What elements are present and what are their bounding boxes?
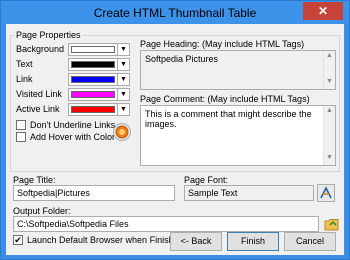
launch-browser-checkbox[interactable]: ✔ <box>13 235 23 245</box>
launch-browser-label: Launch Default Browser when Finished <box>27 235 184 245</box>
active-link-color-picker[interactable]: ▼ <box>68 103 130 116</box>
dont-underline-checkbox[interactable] <box>16 120 26 130</box>
visited-link-color-picker[interactable]: ▼ <box>68 88 130 101</box>
link-label: Link <box>16 74 33 84</box>
cancel-button[interactable]: Cancel <box>284 232 336 251</box>
page-heading-value: Softpedia Pictures <box>145 54 219 64</box>
scroll-down-icon[interactable]: ▼ <box>324 78 335 88</box>
page-heading-label: Page Heading: (May include HTML Tags) <box>140 39 305 49</box>
heading-scrollbar[interactable]: ▲ ▼ <box>323 51 335 89</box>
output-folder-input[interactable]: C:\Softpedia\Softpedia Files <box>13 216 319 232</box>
close-button[interactable]: ✕ <box>303 2 343 20</box>
background-label: Background <box>16 44 65 54</box>
add-hover-checkbox[interactable] <box>16 132 26 142</box>
scroll-up-icon[interactable]: ▲ <box>324 52 335 62</box>
page-title-label: Page Title: <box>13 175 56 185</box>
window-title: Create HTML Thumbnail Table <box>93 6 257 20</box>
browse-folder-button[interactable] <box>322 215 340 233</box>
link-swatch <box>71 76 115 83</box>
dialog-body: Page Properties Background ▼ Text ▼ Link… <box>6 24 344 255</box>
background-swatch <box>71 46 115 53</box>
page-font-label: Page Font: <box>184 175 229 185</box>
title-bar[interactable]: Create HTML Thumbnail Table ✕ <box>1 1 349 24</box>
scroll-up-icon[interactable]: ▲ <box>324 107 335 117</box>
hover-color-button[interactable] <box>113 123 131 141</box>
page-font-display: Sample Text <box>184 185 314 201</box>
choose-font-button[interactable] <box>317 184 335 202</box>
chevron-down-icon[interactable]: ▼ <box>117 74 129 85</box>
chevron-down-icon[interactable]: ▼ <box>117 89 129 100</box>
font-icon <box>320 186 332 199</box>
comment-scrollbar[interactable]: ▲ ▼ <box>323 106 335 165</box>
page-properties-label: Page Properties <box>14 30 83 40</box>
chevron-down-icon[interactable]: ▼ <box>117 44 129 55</box>
active-link-label: Active Link <box>16 104 60 114</box>
page-comment-textarea[interactable]: This is a comment that might describe th… <box>140 105 336 166</box>
background-color-picker[interactable]: ▼ <box>68 43 130 56</box>
output-folder-label: Output Folder: <box>13 206 71 216</box>
chevron-down-icon[interactable]: ▼ <box>117 59 129 70</box>
dont-underline-label: Don't Underline Links <box>30 120 116 130</box>
chevron-down-icon[interactable]: ▼ <box>117 104 129 115</box>
text-color-picker[interactable]: ▼ <box>68 58 130 71</box>
circle-color-icon <box>115 125 129 139</box>
dialog-window: Create HTML Thumbnail Table ✕ Page Prope… <box>0 0 350 260</box>
scroll-down-icon[interactable]: ▼ <box>324 154 335 164</box>
text-swatch <box>71 61 115 68</box>
finish-button[interactable]: Finish <box>227 232 279 251</box>
active-link-swatch <box>71 106 115 113</box>
visited-link-label: Visited Link <box>16 89 62 99</box>
page-comment-label: Page Comment: (May include HTML Tags) <box>140 94 310 104</box>
add-hover-label: Add Hover with Color <box>30 132 116 142</box>
close-icon: ✕ <box>317 4 329 18</box>
visited-link-swatch <box>71 91 115 98</box>
folder-icon <box>324 219 338 231</box>
back-button[interactable]: <- Back <box>170 232 222 251</box>
page-title-input[interactable]: Softpedia|Pictures <box>13 185 175 201</box>
text-label: Text <box>16 59 33 69</box>
page-comment-value: This is a comment that might describe th… <box>145 109 312 129</box>
link-color-picker[interactable]: ▼ <box>68 73 130 86</box>
page-heading-textarea[interactable]: Softpedia Pictures ▲ ▼ <box>140 50 336 90</box>
